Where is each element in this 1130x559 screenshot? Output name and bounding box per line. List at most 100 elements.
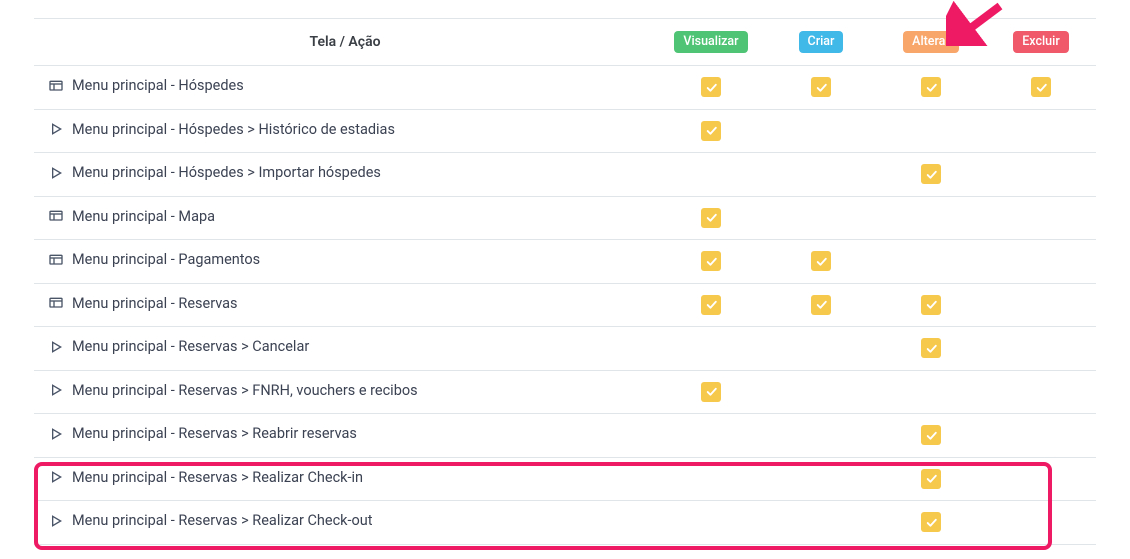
checkbox-visualizar[interactable] — [701, 251, 721, 271]
screen-icon — [48, 252, 64, 268]
table-row: Menu principal - Hóspedes > Histórico de… — [34, 109, 1096, 153]
row-label-cell: Menu principal - Hóspedes — [34, 66, 656, 105]
cell-visualizar — [656, 457, 766, 501]
cell-alterar — [876, 501, 986, 545]
row-label: Menu principal - Hóspedes > Importar hós… — [72, 164, 381, 181]
cell-excluir — [986, 283, 1096, 327]
screen-icon — [48, 208, 64, 224]
cell-excluir — [986, 414, 1096, 458]
row-label: Menu principal - Hóspedes > Histórico de… — [72, 121, 395, 138]
cell-excluir — [986, 109, 1096, 153]
table-row: Menu principal - Mapa — [34, 196, 1096, 240]
cell-visualizar — [656, 153, 766, 197]
table-row: Menu principal - Reservas > Cancelar — [34, 327, 1096, 371]
row-label: Menu principal - Reservas > Realizar Che… — [72, 512, 373, 529]
checkbox-visualizar[interactable] — [701, 382, 721, 402]
cell-criar — [766, 66, 876, 110]
cell-criar — [766, 414, 876, 458]
table-row: Menu principal - Reservas — [34, 283, 1096, 327]
play-icon — [48, 121, 64, 137]
table-row: Menu principal - Reservas > FNRH, vouche… — [34, 370, 1096, 414]
cell-alterar — [876, 457, 986, 501]
cell-visualizar — [656, 414, 766, 458]
cell-alterar — [876, 370, 986, 414]
row-label: Menu principal - Reservas — [72, 295, 238, 312]
row-label-cell: Menu principal - Reservas > Reabrir rese… — [34, 414, 656, 453]
cell-excluir — [986, 196, 1096, 240]
header-alterar: Alterar — [876, 19, 986, 66]
cell-visualizar — [656, 196, 766, 240]
checkbox-alterar[interactable] — [921, 338, 941, 358]
row-label-cell: Menu principal - Mapa — [34, 197, 656, 236]
checkbox-criar[interactable] — [811, 295, 831, 315]
checkbox-visualizar[interactable] — [701, 121, 721, 141]
row-label: Menu principal - Reservas > FNRH, vouche… — [72, 382, 418, 399]
play-icon — [48, 339, 64, 355]
row-label-cell: Menu principal - Reservas > Cancelar — [34, 327, 656, 366]
table-row: Menu principal - Hóspedes — [34, 66, 1096, 110]
checkbox-visualizar[interactable] — [701, 295, 721, 315]
checkbox-alterar[interactable] — [921, 295, 941, 315]
cell-alterar — [876, 414, 986, 458]
checkbox-visualizar[interactable] — [701, 208, 721, 228]
cell-visualizar — [656, 370, 766, 414]
row-label: Menu principal - Reservas > Cancelar — [72, 338, 309, 355]
checkbox-alterar[interactable] — [921, 77, 941, 97]
table-row: Menu principal - Reservas > Realizar Che… — [34, 501, 1096, 545]
row-label: Menu principal - Reservas > Realizar Che… — [72, 469, 363, 486]
row-label: Menu principal - Mapa — [72, 208, 215, 225]
cell-alterar — [876, 196, 986, 240]
permissions-table: Tela / Ação Visualizar Criar Alterar Exc… — [34, 18, 1096, 545]
checkbox-alterar[interactable] — [921, 425, 941, 445]
cell-visualizar — [656, 283, 766, 327]
cell-criar — [766, 370, 876, 414]
play-icon — [48, 469, 64, 485]
checkbox-visualizar[interactable] — [701, 77, 721, 97]
play-icon — [48, 426, 64, 442]
cell-excluir — [986, 457, 1096, 501]
cell-criar — [766, 153, 876, 197]
row-label-cell: Menu principal - Reservas > Realizar Che… — [34, 458, 656, 497]
row-label-cell: Menu principal - Hóspedes > Histórico de… — [34, 110, 656, 149]
cell-visualizar — [656, 327, 766, 371]
play-icon — [48, 513, 64, 529]
header-visualizar: Visualizar — [656, 19, 766, 66]
screen-icon — [48, 78, 64, 94]
header-label: Tela / Ação — [34, 19, 656, 66]
cell-excluir — [986, 370, 1096, 414]
checkbox-excluir[interactable] — [1031, 77, 1051, 97]
cell-alterar — [876, 240, 986, 284]
row-label-cell: Menu principal - Reservas > Realizar Che… — [34, 501, 656, 540]
row-label-cell: Menu principal - Reservas > FNRH, vouche… — [34, 371, 656, 410]
checkbox-criar[interactable] — [811, 251, 831, 271]
cell-criar — [766, 196, 876, 240]
cell-visualizar — [656, 501, 766, 545]
checkbox-alterar[interactable] — [921, 512, 941, 532]
cell-visualizar — [656, 240, 766, 284]
cell-visualizar — [656, 66, 766, 110]
row-label-cell: Menu principal - Hóspedes > Importar hós… — [34, 153, 656, 192]
checkbox-alterar[interactable] — [921, 164, 941, 184]
header-criar: Criar — [766, 19, 876, 66]
cell-excluir — [986, 66, 1096, 110]
header-excluir: Excluir — [986, 19, 1096, 66]
checkbox-alterar[interactable] — [921, 469, 941, 489]
cell-alterar — [876, 153, 986, 197]
cell-excluir — [986, 501, 1096, 545]
row-label-cell: Menu principal - Pagamentos — [34, 240, 656, 279]
row-label: Menu principal - Hóspedes — [72, 77, 244, 94]
cell-alterar — [876, 327, 986, 371]
cell-visualizar — [656, 109, 766, 153]
cell-criar — [766, 457, 876, 501]
cell-excluir — [986, 327, 1096, 371]
play-icon — [48, 382, 64, 398]
cell-criar — [766, 501, 876, 545]
cell-criar — [766, 240, 876, 284]
table-row: Menu principal - Hóspedes > Importar hós… — [34, 153, 1096, 197]
checkbox-criar[interactable] — [811, 77, 831, 97]
cell-criar — [766, 283, 876, 327]
play-icon — [48, 165, 64, 181]
table-row: Menu principal - Pagamentos — [34, 240, 1096, 284]
screen-icon — [48, 295, 64, 311]
cell-alterar — [876, 66, 986, 110]
